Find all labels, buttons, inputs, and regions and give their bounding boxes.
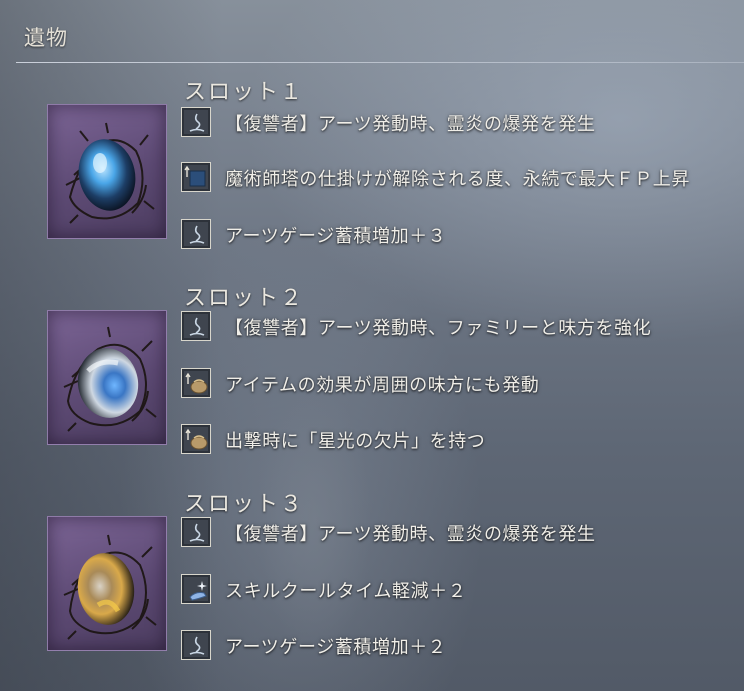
slot-title: スロット２ [184,286,305,311]
header-divider [16,62,744,63]
sparkle-hand-icon [181,574,211,604]
wind-swirl-icon [181,107,211,137]
wind-swirl-icon [181,219,211,249]
header-bar: 遺物 [0,0,744,64]
effect-row: 【復讐者】アーツ発動時、ファミリーと味方を強化 [181,311,741,343]
pouch-up-arrow-icon [181,424,211,454]
wind-swirl-icon [181,630,211,660]
effect-row: スキルクールタイム軽減＋２ [181,574,741,606]
effect-text: スキルクールタイム軽減＋２ [225,581,467,602]
wind-swirl-icon [181,517,211,547]
effect-row: アイテムの効果が周囲の味方にも発動 [181,368,741,400]
blue-square-up-arrow-icon [181,162,211,192]
effect-text: 魔術師塔の仕掛けが解除される度、永続で最大ＦＰ上昇 [225,169,690,190]
effect-row: 【復讐者】アーツ発動時、霊炎の爆発を発生 [181,107,741,139]
effect-text: 【復讐者】アーツ発動時、霊炎の爆発を発生 [225,114,596,135]
wind-swirl-icon [181,311,211,341]
effect-text: アイテムの効果が周囲の味方にも発動 [225,375,540,396]
effect-text: アーツゲージ蓄積増加＋２ [225,637,447,658]
effect-text: 出撃時に「星光の欠片」を持つ [225,431,486,452]
slot-title: スロット１ [184,80,305,105]
page-title: 遺物 [24,26,68,50]
effect-text: 【復讐者】アーツ発動時、霊炎の爆発を発生 [225,524,596,545]
effect-row: アーツゲージ蓄積増加＋３ [181,219,741,251]
slot-title: スロット３ [184,492,305,517]
pouch-up-arrow-icon [181,368,211,398]
effect-text: 【復讐者】アーツ発動時、ファミリーと味方を強化 [225,318,652,339]
effect-row: アーツゲージ蓄積増加＋２ [181,630,741,662]
effect-row: 【復讐者】アーツ発動時、霊炎の爆発を発生 [181,517,741,549]
relic-white-gem-icon[interactable] [47,310,167,445]
effect-row: 魔術師塔の仕掛けが解除される度、永続で最大ＦＰ上昇 [181,162,741,194]
relic-gold-gem-icon[interactable] [47,516,167,651]
relic-blue-gem-icon[interactable] [47,104,167,239]
effect-text: アーツゲージ蓄積増加＋３ [225,226,447,247]
effect-row: 出撃時に「星光の欠片」を持つ [181,424,741,456]
